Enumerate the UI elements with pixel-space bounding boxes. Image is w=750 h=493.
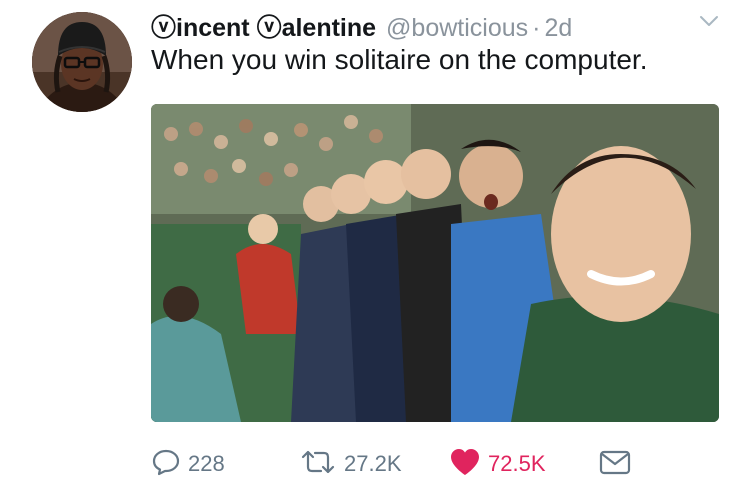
reply-icon — [151, 447, 181, 482]
retweet-count: 27.2K — [344, 451, 402, 476]
envelope-icon — [598, 447, 632, 482]
display-name[interactable]: ⓥincent ⓥalentine — [151, 8, 376, 44]
chevron-down-icon[interactable] — [698, 13, 720, 29]
separator-dot: · — [532, 14, 541, 42]
avatar[interactable] — [32, 12, 132, 112]
like-button[interactable]: 72.5K — [449, 446, 546, 482]
like-count: 72.5K — [488, 451, 546, 476]
user-handle[interactable]: @bowticious — [386, 14, 528, 43]
direct-message-button[interactable] — [598, 446, 632, 482]
tweet-timestamp[interactable]: 2d — [544, 14, 572, 43]
tweet-text: When you win solitaire on the computer. — [151, 44, 648, 75]
retweet-icon — [299, 447, 337, 482]
retweet-button[interactable]: 27.2K — [299, 446, 402, 482]
tweet-header: ⓥincent ⓥalentine @bowticious · 2d — [151, 8, 572, 42]
reply-button[interactable]: 228 — [151, 446, 225, 482]
tweet-card: ⓥincent ⓥalentine @bowticious · 2d When … — [0, 0, 750, 493]
tweet-media-photo[interactable] — [151, 104, 719, 422]
tweet-actions: 228 27.2K 72.5K — [151, 446, 711, 482]
heart-icon — [449, 447, 481, 482]
reply-count: 228 — [188, 451, 225, 476]
